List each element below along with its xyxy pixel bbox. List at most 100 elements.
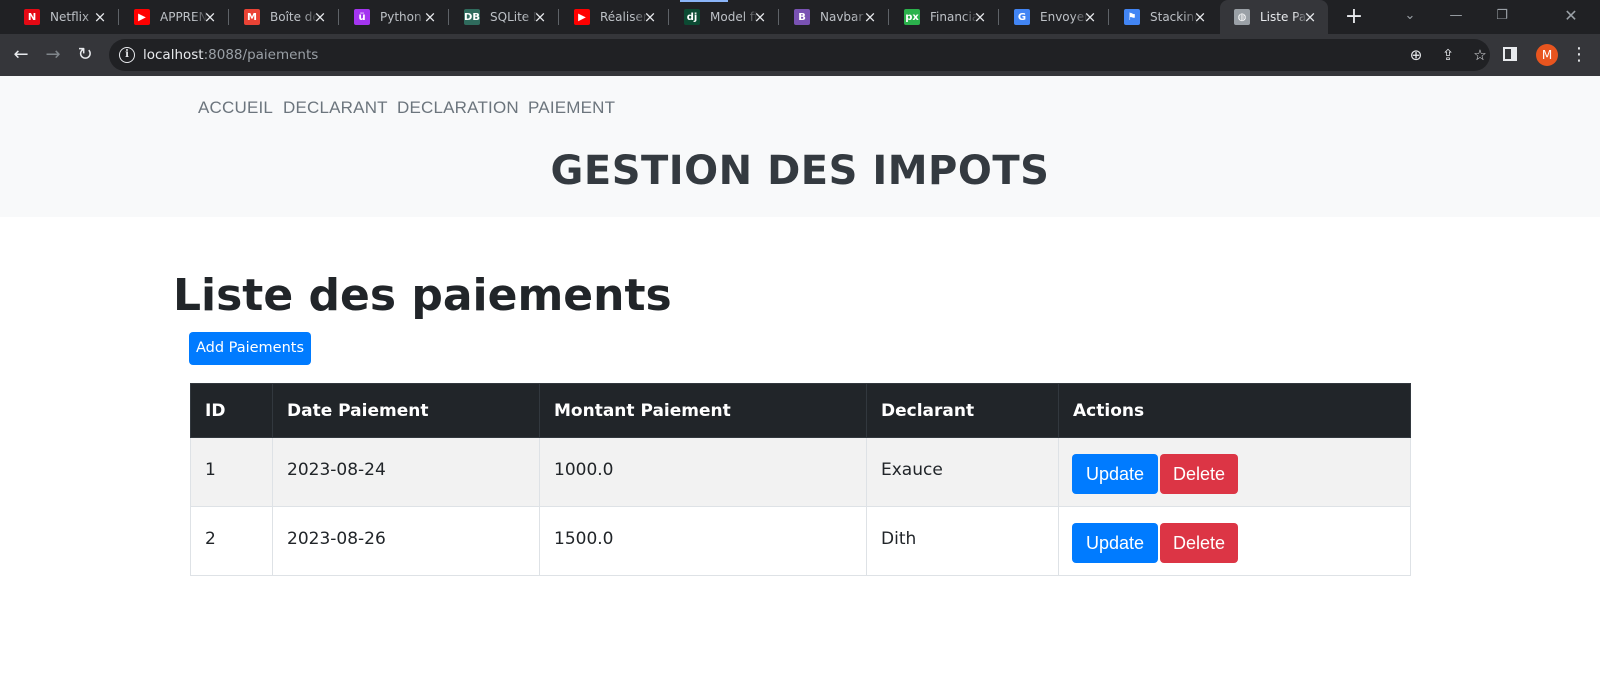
tab-title: Financial	[930, 10, 978, 24]
tab-separator	[998, 9, 999, 25]
page-title: Liste des paiements	[173, 270, 672, 321]
url-host: localhost	[143, 47, 204, 63]
tab-title: SQLite DB	[490, 10, 538, 24]
django-icon: dj	[684, 9, 700, 25]
tab-title: Réaliser une	[600, 10, 648, 24]
delete-button[interactable]: Delete	[1160, 454, 1238, 494]
table-row: 1 2023-08-24 1000.0 Exauce Update Delete	[190, 437, 1411, 507]
tab-title: Navbar · Bootstrap	[820, 10, 868, 24]
restore-icon[interactable]: ❐	[1490, 6, 1514, 26]
tab-title: Python & Django	[380, 10, 428, 24]
site-title: GESTION DES IMPOTS	[550, 148, 1050, 194]
cell-montant: 1000.0	[539, 437, 867, 507]
netflix-icon: N	[24, 9, 40, 25]
zoom-icon[interactable]: ⊕	[1407, 46, 1425, 64]
share-icon[interactable]: ⇪	[1439, 46, 1457, 64]
browser-tab[interactable]: B Navbar · Bootstrap×	[780, 0, 889, 34]
site-header: ACCUEIL DECLARANT DECLARATION PAIEMENT G…	[0, 76, 1600, 217]
cell-id: 2	[190, 506, 273, 576]
update-button[interactable]: Update	[1072, 523, 1158, 563]
delete-button[interactable]: Delete	[1160, 523, 1238, 563]
nav-link-declarant[interactable]: DECLARANT	[283, 98, 388, 118]
nav-link-paiement[interactable]: PAIEMENT	[528, 98, 615, 118]
tab-title: Netflix	[50, 10, 90, 24]
address-bar[interactable]: i localhost:8088/paiements ⊕ ⇪ ☆	[109, 39, 1490, 71]
nav-link-accueil[interactable]: ACCUEIL	[198, 98, 273, 118]
table-header-row: ID Date Paiement Montant Paiement Declar…	[190, 383, 1411, 438]
close-tab-icon[interactable]: ×	[862, 9, 878, 25]
close-tab-icon[interactable]: ×	[1302, 9, 1318, 25]
close-tab-icon[interactable]: ×	[92, 9, 108, 25]
reload-button[interactable]: ↻	[73, 43, 97, 67]
close-tab-icon[interactable]: ×	[1192, 9, 1208, 25]
sqlite-icon: DB	[464, 9, 480, 25]
browser-toolbar: ← → ↻ i localhost:8088/paiements ⊕ ⇪ ☆ M…	[0, 34, 1600, 76]
tab-title: APPRENDRE	[160, 10, 208, 24]
browser-tab[interactable]: ◍ Liste Paiements×	[1220, 0, 1328, 34]
tab-separator	[448, 9, 449, 25]
globe-icon: ◍	[1234, 9, 1250, 25]
browser-tab[interactable]: dj Model field×	[670, 0, 779, 34]
browser-tab[interactable]: ⚑ Stacking ×	[1110, 0, 1218, 34]
url-text[interactable]: localhost:8088/paiements	[143, 47, 318, 63]
tab-separator	[228, 9, 229, 25]
tab-separator	[668, 9, 669, 25]
cell-declarant: Exauce	[866, 437, 1059, 507]
close-tab-icon[interactable]: ×	[202, 9, 218, 25]
close-tab-icon[interactable]: ×	[972, 9, 988, 25]
gmail-icon: M	[244, 9, 260, 25]
back-button[interactable]: ←	[9, 43, 33, 67]
cell-date: 2023-08-24	[272, 437, 540, 507]
udemy-icon: ü	[354, 9, 370, 25]
google-icon: G	[1014, 9, 1030, 25]
cell-date: 2023-08-26	[272, 506, 540, 576]
paiements-table: ID Date Paiement Montant Paiement Declar…	[190, 383, 1411, 576]
new-tab-button[interactable]: +	[1342, 5, 1366, 29]
close-tab-icon[interactable]: ×	[532, 9, 548, 25]
browser-tab[interactable]: px Financial ×	[890, 0, 999, 34]
forward-button[interactable]: →	[41, 43, 65, 67]
browser-tab[interactable]: DB SQLite DB×	[450, 0, 559, 34]
browser-tab[interactable]: N Netflix ×	[10, 0, 119, 34]
youtube-icon: ▶	[574, 9, 590, 25]
cell-actions: Update Delete	[1058, 437, 1411, 507]
close-tab-icon[interactable]: ×	[752, 9, 768, 25]
nav-link-declaration[interactable]: DECLARATION	[397, 98, 519, 118]
cell-id: 1	[190, 437, 273, 507]
tab-separator	[338, 9, 339, 25]
profile-avatar[interactable]: M	[1536, 44, 1558, 66]
cell-declarant: Dith	[866, 506, 1059, 576]
tab-search-icon[interactable]: ⌄	[1398, 6, 1422, 26]
close-tab-icon[interactable]: ×	[312, 9, 328, 25]
close-window-icon[interactable]: ✕	[1559, 6, 1583, 26]
bookmark-star-icon[interactable]: ☆	[1471, 46, 1489, 64]
tab-separator	[1108, 9, 1109, 25]
cell-montant: 1500.0	[539, 506, 867, 576]
minimize-icon[interactable]: —	[1444, 6, 1468, 26]
add-paiement-button[interactable]: Add Paiements	[189, 332, 311, 365]
browser-tab[interactable]: G Envoyer ×	[1000, 0, 1109, 34]
column-header-montant: Montant Paiement	[539, 383, 867, 438]
tab-separator	[778, 9, 779, 25]
close-tab-icon[interactable]: ×	[1082, 9, 1098, 25]
tab-separator	[118, 9, 119, 25]
browser-tab[interactable]: ▶ APPRENDRE×	[120, 0, 229, 34]
tab-title: Stacking	[1150, 10, 1198, 24]
update-button[interactable]: Update	[1072, 454, 1158, 494]
tab-separator	[888, 9, 889, 25]
browser-tab[interactable]: M Boîte de réception×	[230, 0, 339, 34]
cell-actions: Update Delete	[1058, 506, 1411, 576]
browser-tabstrip: NNetflix×▶APPRENDRE×MBoîte de réception×…	[0, 0, 1600, 34]
tab-title: Model field	[710, 10, 758, 24]
close-tab-icon[interactable]: ×	[642, 9, 658, 25]
px-icon: px	[904, 9, 920, 25]
tab-title: Boîte de réception	[270, 10, 318, 24]
tab-title: Envoyer	[1040, 10, 1088, 24]
browser-tab[interactable]: ▶ Réaliser une×	[560, 0, 669, 34]
column-header-id: ID	[190, 383, 273, 438]
side-panel-icon[interactable]	[1503, 47, 1517, 61]
site-info-icon[interactable]: i	[119, 47, 135, 63]
browser-tab[interactable]: ü Python & Django×	[340, 0, 449, 34]
browser-menu-icon[interactable]: ⋮	[1570, 44, 1588, 66]
close-tab-icon[interactable]: ×	[422, 9, 438, 25]
